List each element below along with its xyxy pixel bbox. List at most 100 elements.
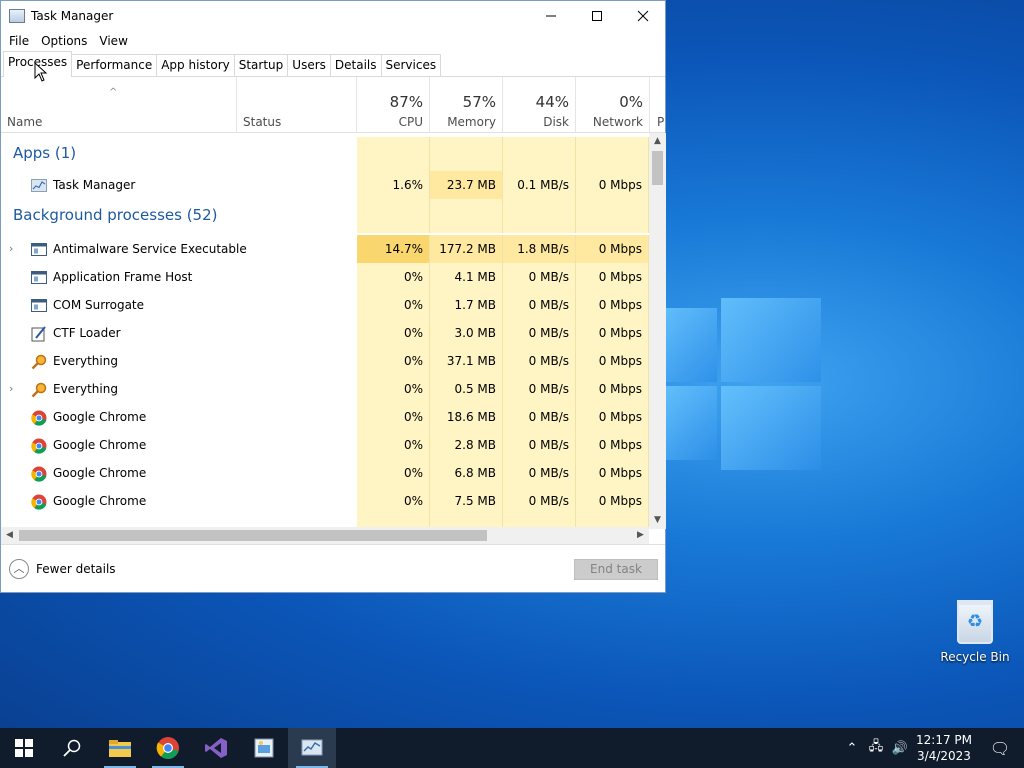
fewer-details-button[interactable]: ︿ Fewer details bbox=[9, 559, 116, 579]
tab-strip: Processes Performance App history Startu… bbox=[1, 51, 665, 77]
network-icon[interactable]: 🖧 bbox=[864, 737, 888, 759]
window-icon bbox=[31, 271, 47, 284]
column-cpu[interactable]: 87% CPU bbox=[357, 77, 430, 133]
fewer-details-label: Fewer details bbox=[36, 562, 116, 576]
close-icon bbox=[637, 10, 649, 22]
process-network: 0 Mbps bbox=[576, 263, 649, 291]
process-memory: 0.5 MB bbox=[430, 375, 503, 403]
recycle-bin[interactable]: Recycle Bin bbox=[940, 600, 1010, 664]
process-disk: 0 MB/s bbox=[503, 403, 576, 431]
chevron-right-icon[interactable]: › bbox=[9, 375, 13, 403]
process-cpu: 0% bbox=[357, 403, 430, 431]
scroll-down-icon[interactable]: ▼ bbox=[649, 512, 666, 529]
column-network-label: Network bbox=[592, 115, 643, 129]
recycle-bin-label: Recycle Bin bbox=[940, 650, 1010, 664]
scroll-right-icon[interactable]: ▶ bbox=[632, 527, 649, 544]
tab-startup[interactable]: Startup bbox=[233, 54, 289, 76]
notification-icon[interactable]: 🗨 bbox=[976, 739, 1024, 758]
process-memory: 37.1 MB bbox=[430, 347, 503, 375]
window-icon bbox=[31, 243, 47, 256]
chevron-right-icon[interactable]: › bbox=[9, 235, 13, 263]
horizontal-scroll-thumb[interactable] bbox=[19, 530, 487, 541]
table-row[interactable]: › Everything 0% 0.5 MB 0 MB/s 0 Mbps bbox=[1, 375, 649, 403]
taskbar-paint[interactable] bbox=[240, 728, 288, 768]
vertical-scrollbar[interactable]: ▲ ▼ bbox=[649, 133, 666, 529]
column-power-label: P bbox=[657, 115, 665, 129]
magnifier-icon bbox=[31, 382, 47, 398]
process-cpu: 0% bbox=[357, 431, 430, 459]
search-icon bbox=[63, 739, 81, 757]
chrome-icon bbox=[31, 494, 47, 510]
table-row[interactable]: › Antimalware Service Executable 14.7% 177.… bbox=[1, 235, 649, 263]
process-network: 0 Mbps bbox=[576, 403, 649, 431]
end-task-button[interactable]: End task bbox=[574, 559, 658, 580]
process-disk: 0.1 MB/s bbox=[503, 171, 576, 199]
process-name: Google Chrome bbox=[53, 466, 147, 480]
process-name: Application Frame Host bbox=[53, 270, 193, 284]
heat-cell bbox=[503, 199, 576, 233]
close-button[interactable] bbox=[620, 1, 666, 31]
tab-app-history[interactable]: App history bbox=[156, 54, 235, 76]
process-cpu: 14.7% bbox=[357, 235, 430, 263]
taskbar-file-explorer[interactable] bbox=[96, 728, 144, 768]
taskbar-chrome[interactable] bbox=[144, 728, 192, 768]
table-row[interactable]: Google Chrome 0% 7.5 MB 0 MB/s 0 Mbps bbox=[1, 487, 649, 515]
volume-icon[interactable]: 🔊 bbox=[888, 741, 912, 756]
process-memory: 4.1 MB bbox=[430, 263, 503, 291]
tab-users[interactable]: Users bbox=[287, 54, 331, 76]
table-row[interactable]: Google Chrome 0% 18.6 MB 0 MB/s 0 Mbps bbox=[1, 403, 649, 431]
menu-options[interactable]: Options bbox=[35, 34, 93, 48]
vertical-scroll-thumb[interactable] bbox=[652, 151, 663, 185]
table-row[interactable]: Application Frame Host 0% 4.1 MB 0 MB/s 0 Mb… bbox=[1, 263, 649, 291]
chrome-icon bbox=[31, 466, 47, 482]
column-name[interactable]: Name bbox=[1, 77, 237, 133]
process-icon bbox=[31, 270, 47, 284]
tab-services[interactable]: Services bbox=[380, 54, 442, 76]
taskbar-task-manager[interactable] bbox=[288, 728, 336, 768]
table-row[interactable]: Everything 0% 37.1 MB 0 MB/s 0 Mbps bbox=[1, 347, 649, 375]
scroll-left-icon[interactable]: ◀ bbox=[1, 527, 18, 544]
heat-cell bbox=[357, 137, 430, 171]
taskbar: ⌃ 🖧 🔊 12:17 PM 3/4/2023 🗨 bbox=[0, 728, 1024, 768]
process-cpu: 0% bbox=[357, 319, 430, 347]
tab-performance[interactable]: Performance bbox=[71, 54, 158, 76]
menu-view[interactable]: View bbox=[93, 34, 133, 48]
column-network[interactable]: 0% Network bbox=[576, 77, 650, 133]
column-power[interactable]: P bbox=[650, 77, 665, 133]
tab-details[interactable]: Details bbox=[329, 54, 382, 76]
heat-cell bbox=[357, 199, 430, 233]
table-row[interactable]: Task Manager 1.6% 23.7 MB 0.1 MB/s 0 Mbps bbox=[1, 171, 649, 199]
scroll-up-icon[interactable]: ▲ bbox=[649, 133, 666, 150]
chevron-up-icon[interactable]: ⌃ bbox=[840, 741, 864, 756]
horizontal-scrollbar[interactable]: ◀ ▶ bbox=[1, 527, 649, 544]
process-cpu: 0% bbox=[357, 347, 430, 375]
title-bar[interactable]: Task Manager bbox=[1, 1, 665, 31]
column-disk[interactable]: 44% Disk bbox=[503, 77, 576, 133]
table-row[interactable]: Google Chrome 0% 2.8 MB 0 MB/s 0 Mbps bbox=[1, 431, 649, 459]
paint-icon bbox=[254, 738, 274, 758]
network-total: 0% bbox=[619, 93, 643, 111]
table-row[interactable]: Google Chrome 0% 6.8 MB 0 MB/s 0 Mbps bbox=[1, 459, 649, 487]
process-disk: 0 MB/s bbox=[503, 319, 576, 347]
start-button[interactable] bbox=[0, 728, 48, 768]
file-explorer-icon bbox=[109, 740, 131, 757]
search-button[interactable] bbox=[48, 728, 96, 768]
process-name: Google Chrome bbox=[53, 494, 147, 508]
menu-file[interactable]: File bbox=[3, 34, 35, 48]
heat-cell bbox=[430, 199, 503, 233]
heat-cell bbox=[503, 137, 576, 171]
table-row[interactable]: CTF Loader 0% 3.0 MB 0 MB/s 0 Mbps bbox=[1, 319, 649, 347]
clock[interactable]: 12:17 PM 3/4/2023 bbox=[912, 732, 976, 764]
taskbar-visual-studio[interactable] bbox=[192, 728, 240, 768]
maximize-button[interactable] bbox=[574, 1, 620, 31]
column-status[interactable]: Status bbox=[237, 77, 357, 133]
process-name: Google Chrome bbox=[53, 438, 147, 452]
group-header: Background processes (52) bbox=[1, 199, 649, 233]
minimize-button[interactable] bbox=[528, 1, 574, 31]
process-name: Everything bbox=[53, 354, 118, 368]
process-icon bbox=[31, 466, 47, 482]
column-memory[interactable]: 57% Memory bbox=[430, 77, 503, 133]
start-icon bbox=[15, 739, 33, 757]
table-row[interactable]: COM Surrogate 0% 1.7 MB 0 MB/s 0 Mbps bbox=[1, 291, 649, 319]
process-memory: 1.7 MB bbox=[430, 291, 503, 319]
